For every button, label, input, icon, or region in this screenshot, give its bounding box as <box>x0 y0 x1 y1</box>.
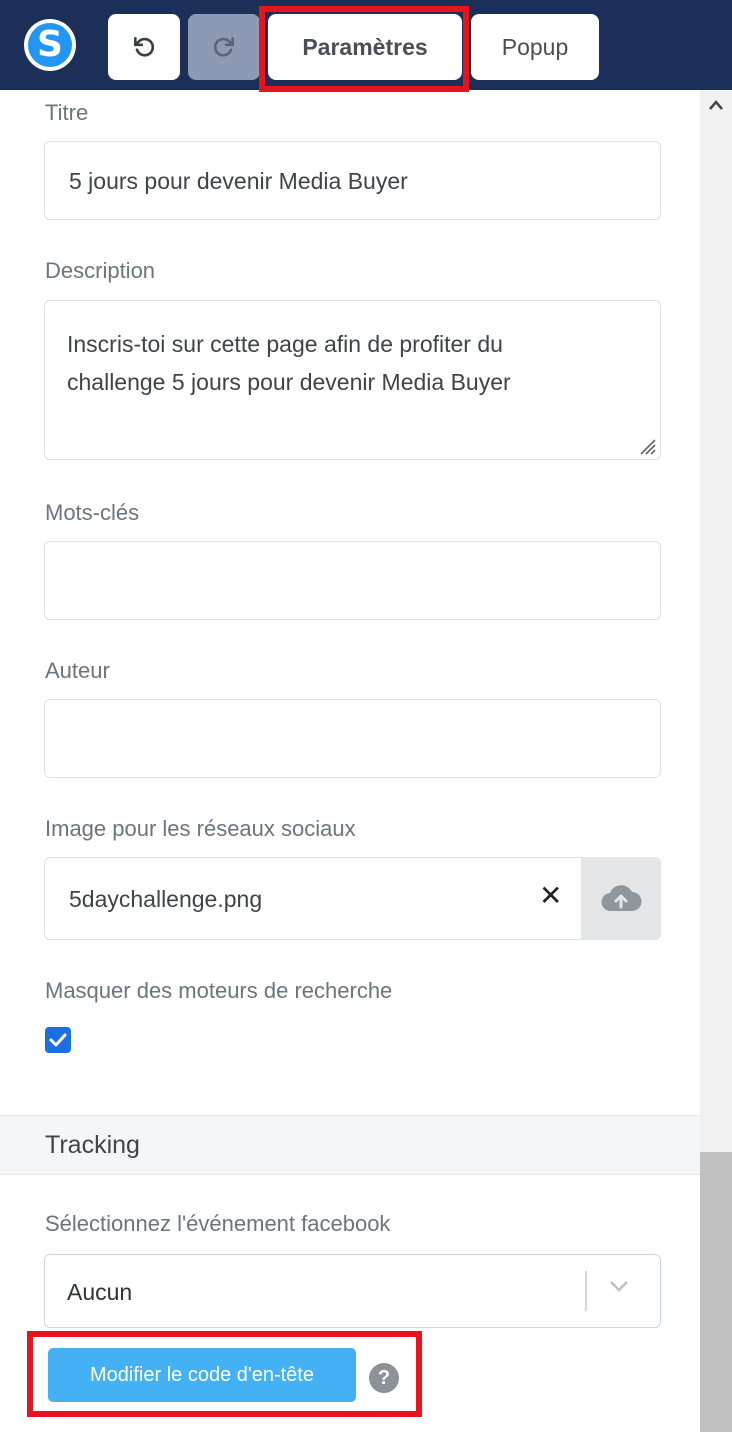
social-image-label: Image pour les réseaux sociaux <box>45 816 356 841</box>
undo-button[interactable] <box>108 14 180 80</box>
title-input-value: 5 jours pour devenir Media Buyer <box>69 168 408 194</box>
fb-event-select[interactable]: Aucun <box>44 1254 661 1328</box>
cloud-upload-icon <box>601 884 642 911</box>
top-toolbar: S Paramètres Popup <box>0 0 732 90</box>
keywords-label: Mots-clés <box>45 500 140 525</box>
social-image-field[interactable]: 5daychallenge.png ✕ <box>44 856 661 940</box>
description-label: Description <box>45 258 156 283</box>
title-input[interactable]: 5 jours pour devenir Media Buyer <box>44 141 661 220</box>
hide-search-checkbox[interactable] <box>45 1027 71 1053</box>
tab-popup-label: Popup <box>501 33 569 60</box>
upload-button[interactable] <box>581 856 661 939</box>
author-label: Auteur <box>45 658 110 683</box>
social-image-filename: 5daychallenge.png <box>69 886 263 912</box>
chevron-down-icon[interactable] <box>608 1279 630 1293</box>
redo-button[interactable] <box>188 14 260 80</box>
select-separator <box>585 1271 587 1311</box>
help-icon[interactable]: ? <box>369 1363 399 1393</box>
keywords-input[interactable] <box>44 541 661 620</box>
resize-handle-icon[interactable] <box>638 437 656 455</box>
logo-letter: S <box>28 23 72 67</box>
close-icon[interactable]: ✕ <box>539 882 562 910</box>
scrollbar-thumb[interactable] <box>700 1152 732 1432</box>
hide-search-label: Masquer des moteurs de recherche <box>45 978 393 1003</box>
scroll-up-button[interactable] <box>700 90 732 120</box>
author-input[interactable] <box>44 699 661 778</box>
description-textarea[interactable]: Inscris-toi sur cette page afin de profi… <box>44 300 661 460</box>
tracking-section-title: Tracking <box>45 1131 140 1159</box>
description-textarea-value: Inscris-toi sur cette page afin de profi… <box>67 331 511 395</box>
tab-parametres-label: Paramètres <box>302 33 428 60</box>
app-logo[interactable]: S <box>24 19 76 71</box>
undo-icon <box>134 37 155 57</box>
tab-popup[interactable]: Popup <box>471 14 599 80</box>
checkmark-icon <box>49 1033 67 1047</box>
redo-icon <box>213 37 234 57</box>
fb-event-label: Sélectionnez l'événement facebook <box>45 1211 391 1236</box>
title-label: Titre <box>45 100 89 125</box>
fb-event-selected-value: Aucun <box>67 1279 133 1305</box>
chevron-up-icon <box>709 100 723 110</box>
edit-header-code-button[interactable]: Modifier le code d'en-tête <box>48 1348 356 1402</box>
tab-parametres[interactable]: Paramètres <box>268 14 462 80</box>
